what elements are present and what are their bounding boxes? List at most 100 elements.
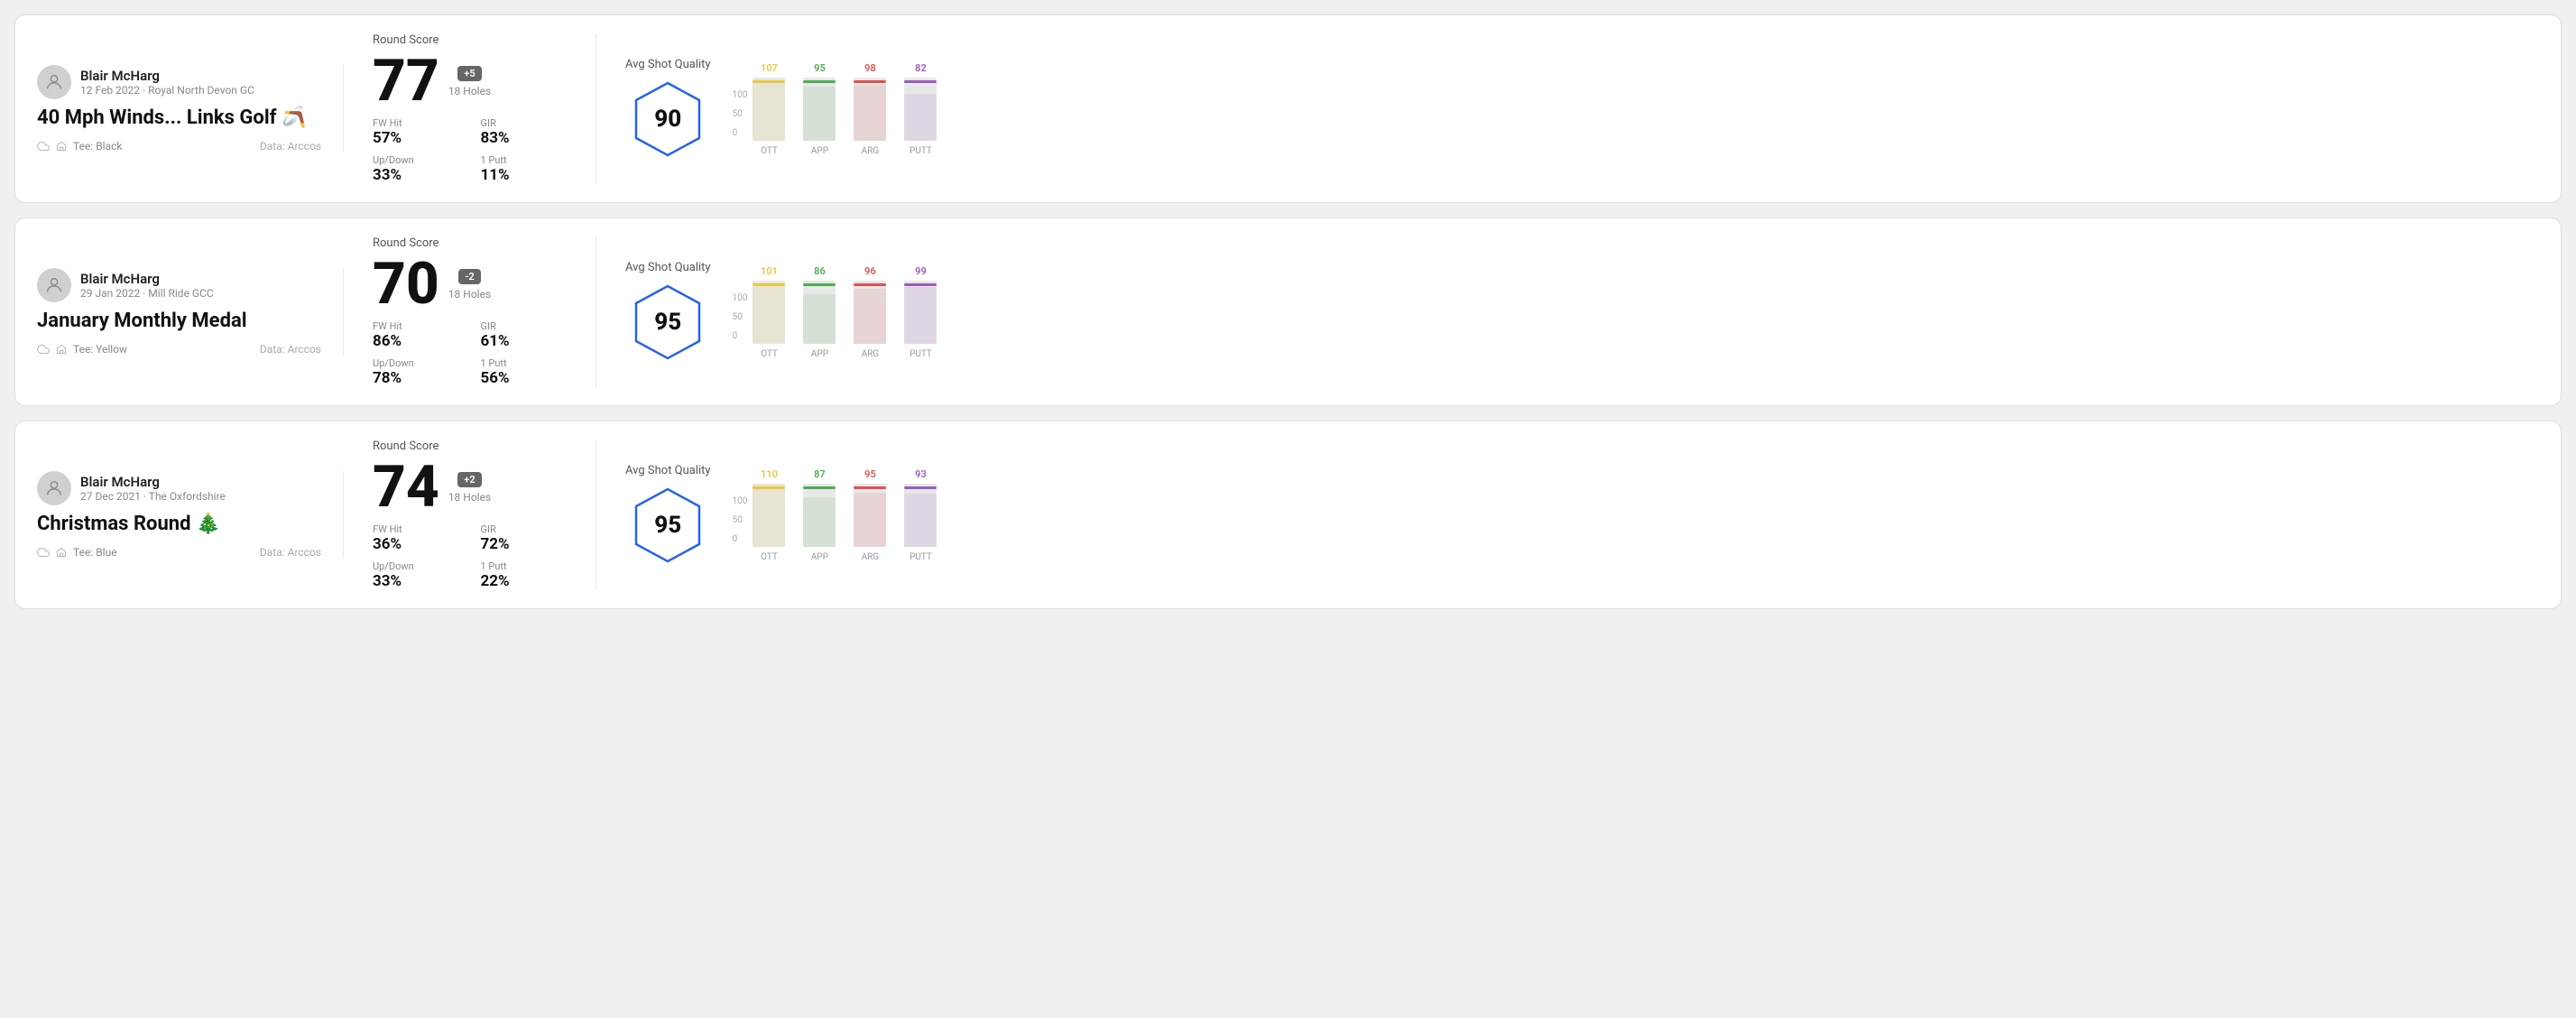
hexagon-container: 90 (627, 79, 708, 160)
bar-group: 107 OTT (752, 62, 785, 156)
bar-label: APP (811, 146, 828, 156)
bar-fill (803, 497, 836, 547)
fw-hit-value: 86% (373, 332, 459, 350)
bar-line (752, 283, 785, 286)
middle-section: Round Score 74 +2 18 Holes FW Hit 36% GI… (344, 440, 596, 590)
score-badge-pill: -2 (458, 269, 480, 284)
weather-icon (37, 343, 50, 356)
shot-quality-section: Avg Shot Quality 95 (625, 261, 711, 363)
bar-line (803, 80, 836, 83)
y-label-50: 50 (733, 110, 748, 119)
round-title: January Monthly Medal (37, 310, 321, 332)
bar-wrapper (752, 281, 785, 344)
bar-fill (803, 87, 836, 141)
fw-hit-label: FW Hit (373, 117, 459, 129)
bar-label: ARG (862, 552, 880, 562)
user-row: Blair McHarg 12 Feb 2022 · Royal North D… (37, 65, 321, 99)
tee-info: Tee: Blue (37, 546, 117, 559)
score-number: 70 (373, 255, 439, 313)
bar-value: 86 (814, 265, 826, 277)
user-info: Blair McHarg 12 Feb 2022 · Royal North D… (80, 68, 254, 97)
round-title: 40 Mph Winds... Links Golf 🪃 (37, 106, 321, 129)
bar-line (904, 80, 937, 83)
fw-hit-label: FW Hit (373, 320, 459, 332)
bars-area: 110 OTT 87 APP 95 (752, 468, 937, 562)
holes-label: 18 Holes (448, 491, 491, 504)
fw-hit-value: 36% (373, 535, 459, 553)
bar-fill (904, 287, 937, 344)
round-card: Blair McHarg 27 Dec 2021 · The Oxfordshi… (14, 421, 2562, 609)
bar-fill (854, 493, 886, 547)
fw-hit-value: 57% (373, 129, 459, 147)
score-badge: +2 18 Holes (448, 472, 491, 504)
stats-grid: FW Hit 57% GIR 83% Up/Down 33% 1 Putt 11… (373, 117, 567, 184)
bar-wrapper (854, 78, 886, 141)
bar-fill (803, 294, 836, 344)
bar-wrapper (904, 78, 937, 141)
fw-hit-stat: FW Hit 36% (373, 523, 459, 553)
bar-value: 87 (814, 468, 826, 480)
bar-group: 101 OTT (752, 265, 785, 359)
right-section: Avg Shot Quality 95 100 50 0 101 (596, 261, 2539, 363)
user-date: 27 Dec 2021 · The Oxfordshire (80, 490, 226, 503)
bar-wrapper (752, 484, 785, 547)
bar-value: 82 (915, 62, 927, 74)
score-number: 74 (373, 458, 439, 516)
score-badge-pill: +2 (457, 472, 481, 487)
round-score-label: Round Score (373, 33, 567, 47)
tee-label: Tee: Yellow (73, 343, 127, 356)
bar-line (752, 486, 785, 489)
score-number: 77 (373, 52, 439, 110)
bars-area: 101 OTT 86 APP 96 (752, 265, 937, 359)
score-row: 77 +5 18 Holes (373, 52, 567, 110)
user-name: Blair McHarg (80, 474, 226, 490)
score-row: 70 -2 18 Holes (373, 255, 567, 313)
score-badge-pill: +5 (457, 66, 481, 81)
fw-hit-stat: FW Hit 57% (373, 117, 459, 147)
chart-wrapper: 100 50 0 101 OTT 86 APP (733, 265, 2539, 359)
bar-value: 93 (915, 468, 927, 480)
tee-label: Tee: Blue (73, 546, 117, 559)
holes-label: 18 Holes (448, 85, 491, 97)
gir-label: GIR (481, 523, 568, 535)
y-axis: 100 50 0 (733, 294, 748, 359)
y-label-0: 0 (733, 129, 748, 138)
avg-sq-label: Avg Shot Quality (625, 261, 711, 274)
tee-info: Tee: Black (37, 140, 122, 153)
bar-label: APP (811, 349, 828, 359)
bar-value: 107 (761, 62, 778, 74)
bar-chart-section: 100 50 0 101 OTT 86 APP (733, 265, 2539, 359)
updown-label: Up/Down (373, 560, 459, 572)
shot-quality-section: Avg Shot Quality 95 (625, 464, 711, 566)
tee-row: Tee: Blue Data: Arccos (37, 546, 321, 559)
y-label-50: 50 (733, 313, 748, 322)
round-card: Blair McHarg 29 Jan 2022 · Mill Ride GCC… (14, 217, 2562, 406)
data-source: Data: Arccos (260, 343, 321, 356)
left-section: Blair McHarg 12 Feb 2022 · Royal North D… (37, 65, 344, 153)
updown-label: Up/Down (373, 154, 459, 166)
y-label-100: 100 (733, 294, 748, 303)
bag-icon (55, 343, 68, 356)
middle-section: Round Score 77 +5 18 Holes FW Hit 57% GI… (344, 33, 596, 184)
avatar (37, 471, 71, 505)
left-section: Blair McHarg 29 Jan 2022 · Mill Ride GCC… (37, 268, 344, 356)
bar-line (904, 486, 937, 489)
gir-label: GIR (481, 320, 568, 332)
one-putt-label: 1 Putt (481, 560, 568, 572)
bar-fill (854, 289, 886, 344)
round-title: Christmas Round 🎄 (37, 513, 321, 535)
data-source: Data: Arccos (260, 546, 321, 559)
tee-label: Tee: Black (73, 140, 122, 153)
bar-wrapper (904, 281, 937, 344)
bar-fill (854, 85, 886, 141)
user-row: Blair McHarg 29 Jan 2022 · Mill Ride GCC (37, 268, 321, 302)
bar-group: 98 ARG (854, 62, 886, 156)
hex-score: 95 (654, 512, 681, 539)
bar-line (752, 80, 785, 83)
updown-label: Up/Down (373, 357, 459, 369)
data-source: Data: Arccos (260, 140, 321, 153)
bar-line (854, 486, 886, 489)
bar-group: 95 ARG (854, 468, 886, 562)
bag-icon (55, 546, 68, 559)
bar-group: 93 PUTT (904, 468, 937, 562)
